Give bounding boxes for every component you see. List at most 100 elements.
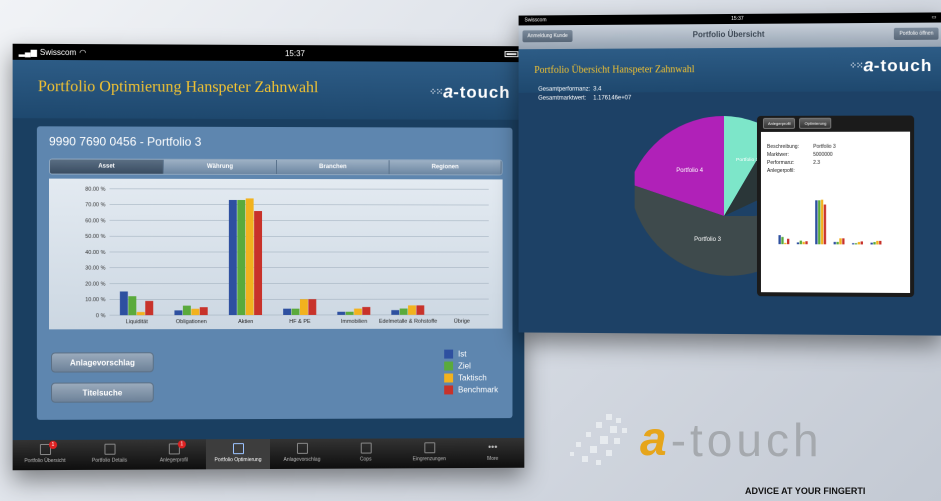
y-tick-label: 60.00 % — [85, 218, 105, 224]
briefcase-icon — [424, 442, 435, 453]
grid-icon — [297, 443, 308, 454]
segment-regionen[interactable]: Regionen — [390, 160, 502, 174]
bar-ziel-3 — [292, 309, 300, 315]
segment-waehrung[interactable]: Währung — [164, 160, 277, 174]
bar-taktisch-3 — [839, 238, 841, 244]
y-tick-label: 30.00 % — [85, 266, 105, 272]
legend-swatch — [444, 361, 453, 370]
pie-label-portfolio-4: Portfolio 4 — [676, 168, 703, 174]
legend-item: Benchmark — [444, 383, 498, 395]
bar-ist-0 — [778, 235, 780, 244]
tab-portfolio-details[interactable]: Portfolio Details — [77, 440, 141, 470]
nav-bar: Anmeldung Kunde Portfolio Übersicht Port… — [519, 23, 941, 50]
bar-benchmark-1 — [805, 241, 807, 244]
bar-ziel-0 — [128, 296, 136, 315]
bar-taktisch-4 — [354, 309, 362, 315]
popover-tab-optimierung[interactable]: Optimierung — [800, 118, 832, 129]
app-title: Portfolio Optimierung Hanspeter Zahnwahl — [38, 78, 319, 97]
bar-ziel-4 — [346, 312, 354, 315]
a-touch-logo: ⁘⁙ a -touch — [849, 55, 932, 77]
tab-more[interactable]: ••• More — [461, 438, 524, 468]
chart-legend: Ist Ziel Taktisch Benchmark — [444, 348, 498, 396]
x-category-label: HF & PE — [289, 319, 311, 325]
segment-branchen[interactable]: Branchen — [277, 160, 390, 174]
bar-ziel-0 — [781, 237, 783, 244]
bar-ist-3 — [283, 309, 291, 315]
status-time: 15:37 — [731, 16, 743, 22]
brand-logo: a -touch — [640, 412, 823, 467]
segmented-control: Asset Währung Branchen Regionen — [49, 158, 503, 175]
wifi-icon: ◠ — [79, 48, 86, 57]
x-category-label: Immobilien — [341, 319, 367, 325]
carrier-name: Swisscom — [40, 47, 76, 56]
left-tablet-screen: ▂▄▆ Swisscom ◠ 15:37 Portfolio Optimierung… — [13, 44, 525, 471]
pie-label-portfolio-1: Portfolio 1 — [736, 157, 759, 163]
signal-icon: ▂▄▆ — [19, 47, 37, 56]
bar-taktisch-1 — [803, 242, 805, 244]
bar-benchmark-5 — [416, 305, 424, 314]
y-tick-label: 40.00 % — [85, 250, 105, 256]
bar-benchmark-1 — [200, 307, 208, 315]
mini-bar-chart — [767, 192, 908, 253]
bar-ist-2 — [815, 200, 817, 244]
notification-badge: 1 — [49, 441, 57, 449]
bar-taktisch-1 — [191, 309, 199, 315]
battery-icon — [502, 50, 519, 59]
lock-icon — [361, 443, 372, 454]
bar-benchmark-0 — [787, 239, 789, 244]
bar-benchmark-4 — [362, 307, 370, 315]
segment-asset[interactable]: Asset — [50, 160, 164, 174]
bar-chart-svg: 0 % 10.00 % 20.00 % 30.00 % 40.00 % 50.00 % 60… — [49, 179, 503, 330]
legend-swatch — [444, 349, 453, 358]
x-category-label: Liquidität — [126, 319, 149, 325]
x-category-label: Obligationen — [176, 319, 207, 325]
bar-taktisch-5 — [876, 241, 878, 245]
bar-ist-5 — [391, 310, 399, 315]
legend-label: Benchmark — [458, 385, 498, 394]
tab-anlagevorschlag[interactable]: Anlagevorschlag — [270, 439, 334, 469]
tab-anlegerprofil[interactable]: 1 Anlegerprofil — [142, 439, 206, 469]
bar-ziel-5 — [400, 309, 408, 315]
tab-portfolio-optimierung[interactable]: Portfolio Optimierung — [206, 439, 270, 469]
bar-ziel-2 — [237, 200, 245, 315]
a-touch-logo: ⁘⁙ a -touch — [429, 82, 510, 103]
bar-benchmark-3 — [842, 238, 844, 244]
details-icon — [104, 444, 115, 455]
allocation-chart: 0 % 10.00 % 20.00 % 30.00 % 40.00 % 50.00 % 60… — [49, 179, 503, 330]
bar-ist-0 — [120, 291, 128, 315]
carrier-name: Swisscom — [524, 17, 546, 23]
tab-bar: 1 Portfolio Übersicht Portfolio Details 1… — [13, 438, 525, 470]
popover-fields: Beschreibung: Portfolio 3 Marktwer: 500000… — [767, 144, 836, 176]
battery-icon: ▭ — [932, 14, 937, 20]
open-portfolio-button[interactable]: Portfolio öffnen — [894, 28, 938, 40]
bar-chart-icon — [233, 443, 244, 454]
bar-taktisch-2 — [246, 198, 254, 315]
bar-benchmark-2 — [254, 211, 262, 315]
bar-benchmark-0 — [145, 301, 153, 315]
titelsuche-button[interactable]: Titelsuche — [51, 382, 154, 402]
tab-portfolio-uebersicht[interactable]: 1 Portfolio Übersicht — [13, 440, 78, 470]
legend-item: Ist — [444, 348, 498, 360]
bar-ist-4 — [852, 243, 854, 244]
gridline — [109, 189, 488, 190]
more-icon: ••• — [461, 442, 524, 452]
brand-dots-icon — [566, 412, 646, 472]
legend-item: Ziel — [444, 359, 498, 371]
brand-tagline: ADVICE AT YOUR FINGERTI — [745, 486, 865, 496]
anlagevorschlag-button[interactable]: Anlagevorschlag — [51, 352, 154, 372]
y-tick-label: 50.00 % — [85, 234, 105, 240]
bar-ziel-3 — [836, 242, 838, 244]
tab-cops[interactable]: Cops — [334, 438, 398, 468]
bar-ziel-1 — [800, 241, 802, 245]
bar-taktisch-2 — [821, 200, 823, 245]
bar-taktisch-3 — [300, 299, 308, 315]
portfolio-popover: Anlegerprofil Optimierung Beschreibung: P… — [757, 115, 914, 297]
y-tick-label: 70.00 % — [85, 203, 105, 209]
bar-benchmark-3 — [308, 299, 316, 315]
bar-taktisch-0 — [137, 312, 145, 315]
bar-ziel-1 — [183, 306, 191, 315]
y-tick-label: 20.00 % — [85, 282, 105, 288]
popover-tab-anlegerprofil[interactable]: Anlegerprofil — [763, 118, 796, 129]
tab-eingrenzungen[interactable]: Eingrenzungen — [398, 438, 461, 468]
panel-title: 9990 7690 0456 - Portfolio 3 — [49, 134, 201, 148]
